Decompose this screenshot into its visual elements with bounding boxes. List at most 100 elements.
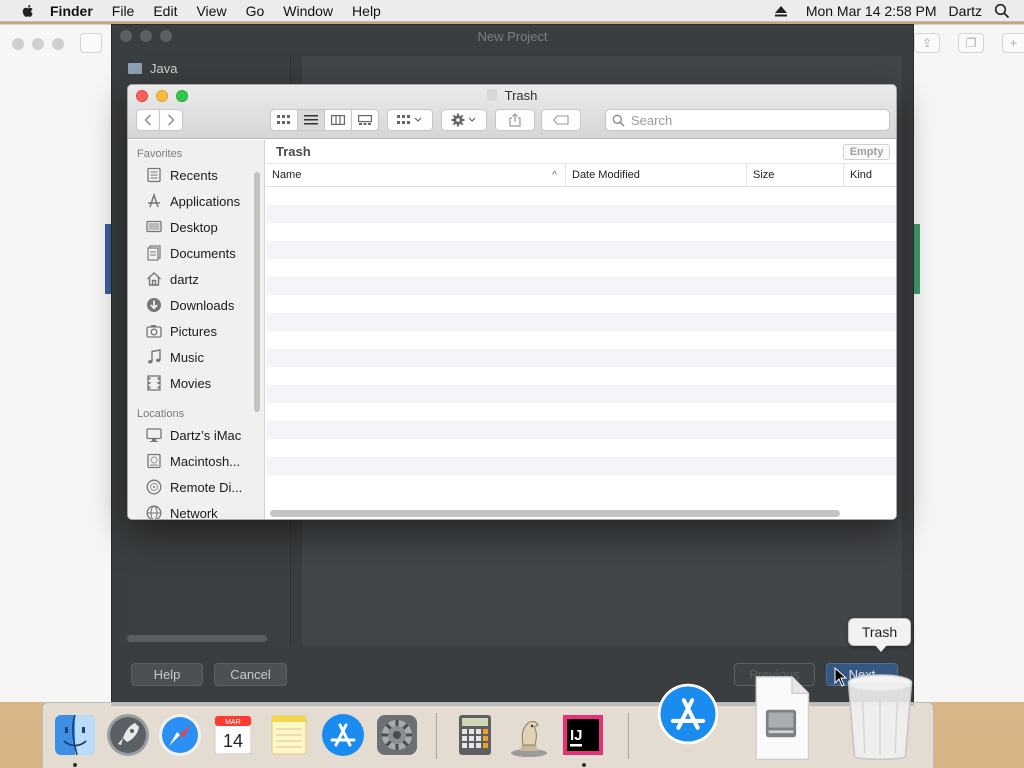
sidebar-item-documents[interactable]: Documents [128, 240, 264, 266]
table-row [266, 277, 896, 295]
spotlight-icon[interactable] [994, 3, 1010, 19]
table-row [266, 385, 896, 403]
sidebar-item-recents[interactable]: Recents [128, 162, 264, 188]
dock-separator [628, 713, 629, 759]
project-list-scrollbar[interactable] [127, 635, 267, 642]
imac-icon [146, 427, 162, 443]
sidebar-item-macintosh-hd[interactable]: Macintosh... [128, 448, 264, 474]
desktop-icon [146, 219, 162, 235]
table-row [266, 331, 896, 349]
gallery-view-button[interactable] [351, 109, 379, 131]
search-icon [612, 114, 625, 127]
bg-new-tab-icon[interactable]: + [1002, 33, 1024, 53]
menu-edit[interactable]: Edit [153, 3, 177, 19]
movies-icon [146, 375, 162, 391]
sidebar-item-label: Applications [170, 193, 241, 209]
menu-help[interactable]: Help [352, 3, 381, 19]
dock-tooltip: Trash [848, 618, 911, 652]
menu-user[interactable]: Dartz [949, 3, 982, 19]
sidebar-item-imac[interactable]: Dartz’s iMac [128, 422, 264, 448]
bg-close-icon [12, 38, 24, 50]
notes-dock-icon[interactable] [265, 711, 313, 759]
eject-icon[interactable] [774, 5, 788, 17]
menu-clock[interactable]: Mon Mar 14 2:58 PM [806, 3, 937, 19]
menu-file[interactable]: File [112, 3, 135, 19]
calendar-dock-icon[interactable]: MAR 14 [209, 711, 257, 759]
horizontal-scrollbar[interactable] [270, 510, 840, 517]
list-view-button[interactable] [297, 109, 325, 131]
empty-trash-button[interactable]: Empty [843, 144, 890, 160]
locations-header: Locations [137, 408, 185, 420]
system-preferences-dock-icon[interactable] [373, 711, 421, 759]
trash-dock-icon[interactable] [844, 669, 916, 765]
sidebar-item-applications[interactable]: Applications [128, 188, 264, 214]
search-field[interactable] [605, 109, 890, 131]
recents-icon [146, 167, 162, 183]
project-type-java[interactable]: Java [128, 61, 177, 76]
sidebar-item-label: Recents [170, 167, 218, 183]
sidebar-item-movies[interactable]: Movies [128, 370, 264, 396]
sidebar-item-remote-disc[interactable]: Remote Di... [128, 474, 264, 500]
icon-view-button[interactable] [270, 109, 298, 131]
sidebar-item-home[interactable]: dartz [128, 266, 264, 292]
menu-view[interactable]: View [196, 3, 226, 19]
disk-image-dock-icon[interactable] [748, 673, 814, 763]
intellij-dock-icon[interactable]: IJ [559, 711, 607, 759]
sidebar-item-desktop[interactable]: Desktop [128, 214, 264, 240]
remote-disc-icon [146, 479, 162, 495]
window-title-text: Trash [504, 88, 538, 103]
columns-icon [331, 115, 345, 125]
running-indicator [582, 763, 586, 767]
menu-go[interactable]: Go [246, 3, 265, 19]
network-icon [146, 505, 162, 519]
help-button[interactable]: Help [131, 663, 203, 686]
forward-button[interactable] [159, 109, 183, 131]
dock: MAR 14 IJ [42, 674, 934, 768]
table-row [266, 187, 896, 205]
finder-dock-icon[interactable] [51, 711, 99, 759]
share-button[interactable] [495, 109, 535, 131]
sidebar-scrollbar[interactable] [254, 172, 260, 412]
group-by-button[interactable] [387, 109, 433, 131]
bg-back-button[interactable] [80, 33, 102, 53]
cancel-button[interactable]: Cancel [214, 663, 287, 686]
menu-window[interactable]: Window [283, 3, 333, 19]
app-store-stack-icon[interactable] [655, 681, 721, 747]
app-store-dock-icon[interactable] [319, 711, 367, 759]
window-title: Trash [128, 88, 896, 103]
calendar-month: MAR [225, 719, 241, 726]
column-headers: Name ^ Date Modified Size Kind [266, 164, 896, 187]
bg-tabs-icon[interactable]: ❐ [958, 33, 984, 53]
sidebar-item-network[interactable]: Network [128, 500, 264, 519]
column-header-size[interactable]: Size [747, 164, 844, 187]
action-menu-button[interactable] [441, 109, 487, 131]
search-input[interactable] [631, 112, 831, 128]
tags-button[interactable] [541, 109, 581, 131]
calculator-dock-icon[interactable] [451, 711, 499, 759]
back-button[interactable] [136, 109, 160, 131]
column-header-label: Date Modified [572, 169, 640, 181]
sidebar-item-label: Remote Di... [170, 479, 243, 495]
launchpad-dock-icon[interactable] [104, 711, 152, 759]
chess-dock-icon[interactable] [505, 711, 553, 759]
bg-accent-bar-right [914, 224, 920, 294]
column-header-date-modified[interactable]: Date Modified [566, 164, 747, 187]
safari-dock-icon[interactable] [156, 711, 204, 759]
sidebar-item-downloads[interactable]: Downloads [128, 292, 264, 318]
downloads-icon [146, 297, 162, 313]
sidebar-item-pictures[interactable]: Pictures [128, 318, 264, 344]
sort-ascending-icon: ^ [552, 170, 557, 181]
documents-icon [146, 245, 162, 261]
bg-share-icon[interactable]: ⇪ [914, 33, 940, 53]
bg-minimize-icon [32, 38, 44, 50]
column-view-button[interactable] [324, 109, 352, 131]
share-icon [509, 113, 521, 127]
apple-menu-icon[interactable] [20, 3, 36, 19]
path-header: Trash Empty [266, 140, 896, 164]
column-header-kind[interactable]: Kind [844, 164, 896, 187]
column-header-name[interactable]: Name ^ [266, 164, 566, 187]
menu-app-name[interactable]: Finder [50, 3, 93, 19]
table-row [266, 349, 896, 367]
column-header-label: Kind [850, 169, 873, 181]
sidebar-item-music[interactable]: Music [128, 344, 264, 370]
